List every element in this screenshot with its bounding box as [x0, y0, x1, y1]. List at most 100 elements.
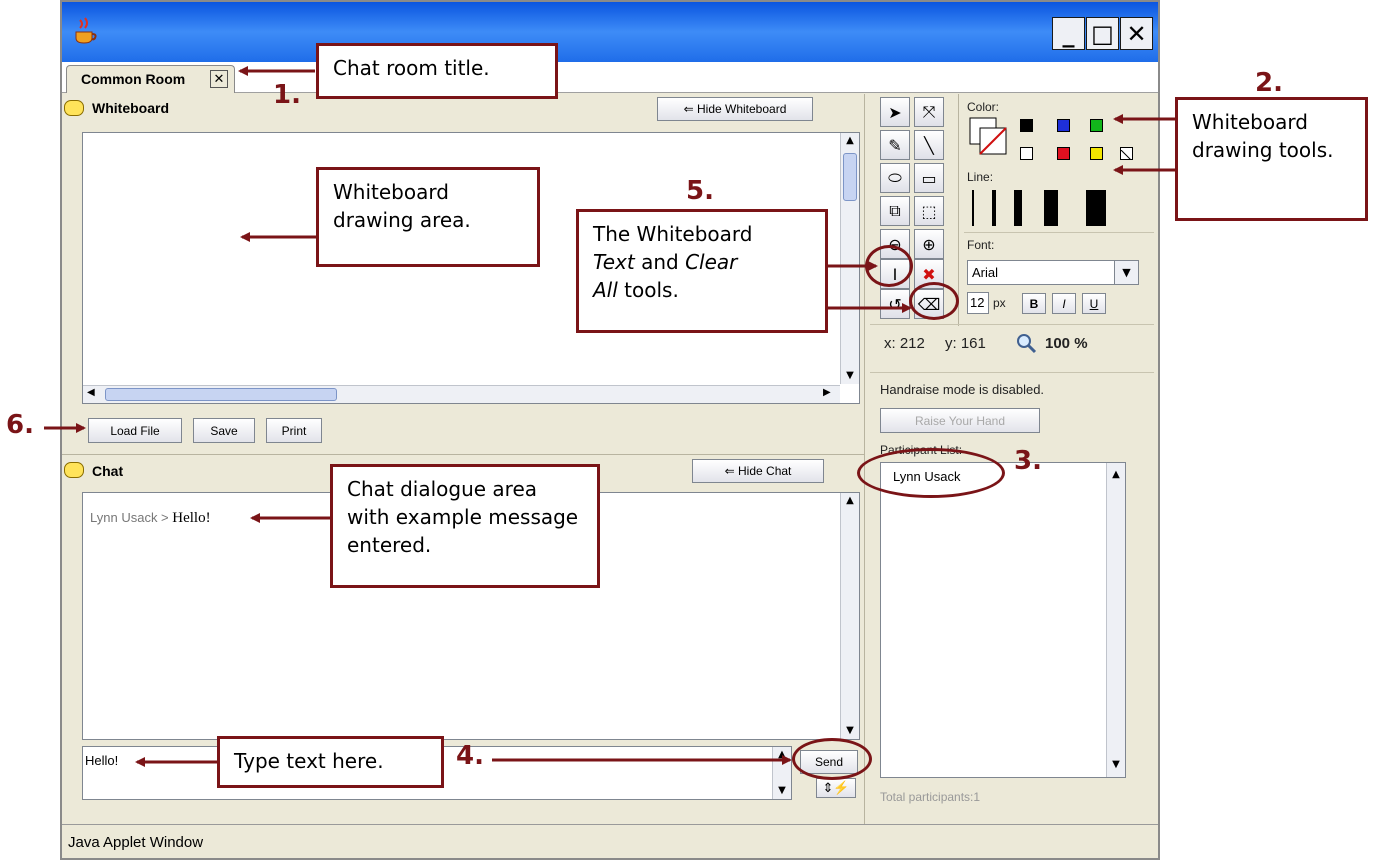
participant-scroll-down-icon[interactable]: ▼	[1107, 757, 1125, 773]
applet-window: _ □ ✕ Common Room ✕ Whiteboard ⇐ Hide Wh…	[60, 0, 1160, 860]
line-width-3[interactable]	[1014, 190, 1022, 226]
annotation-number-6: 6.	[6, 410, 34, 440]
save-button[interactable]: Save	[193, 418, 255, 443]
hide-whiteboard-button[interactable]: ⇐ Hide Whiteboard	[657, 97, 813, 121]
handraise-divider	[870, 372, 1154, 373]
highlight-send-button	[792, 738, 872, 780]
color-swatch-red[interactable]	[1057, 147, 1070, 160]
callout-5-and: and	[634, 250, 686, 274]
line-width-5[interactable]	[1086, 190, 1106, 226]
chat-input-scrollbar[interactable]: ▲ ▼	[772, 747, 791, 799]
chat-input-text: Hello!	[85, 753, 119, 768]
font-size-value: 12	[970, 295, 985, 310]
annotation-number-2: 2.	[1255, 68, 1283, 98]
callout-whiteboard-tools: Whiteboard drawing tools.	[1175, 97, 1368, 221]
total-participants: Total participants:1	[880, 790, 981, 804]
color-swatch-yellow[interactable]	[1090, 147, 1103, 160]
callout-chat-dialogue: Chat dialogue area with example message …	[330, 464, 600, 588]
whiteboard-bubble-icon	[64, 100, 84, 116]
chat-scroll-down-icon[interactable]: ▼	[841, 723, 859, 739]
tab-common-room[interactable]: Common Room ✕	[66, 65, 235, 93]
whiteboard-horizontal-scrollbar[interactable]: ◀ ▶	[83, 385, 840, 403]
image-tool-icon[interactable]: ⧉	[880, 196, 910, 226]
line-label: Line:	[967, 170, 994, 184]
selection-box-icon[interactable]: ⬚	[914, 196, 944, 226]
zoom-level: 100 %	[1045, 335, 1088, 352]
status-bar-text: Java Applet Window	[68, 834, 204, 851]
title-bar[interactable]: _ □ ✕	[62, 2, 1158, 62]
line-width-4[interactable]	[1044, 190, 1058, 226]
highlight-text-tool	[865, 245, 913, 287]
chat-bubble-icon	[64, 462, 84, 478]
bold-button[interactable]: B	[1022, 293, 1046, 314]
color-swatch-blue[interactable]	[1057, 119, 1070, 132]
annotation-number-4: 4.	[456, 741, 484, 771]
font-select-value: Arial	[972, 265, 999, 280]
print-button[interactable]: Print	[266, 418, 322, 443]
chat-message: Lynn Usack > Hello!	[90, 510, 211, 527]
tools-divider	[958, 94, 959, 326]
tab-title: Common Room	[81, 71, 186, 87]
scroll-h-thumb[interactable]	[105, 388, 337, 401]
color-swatch-white[interactable]	[1020, 147, 1033, 160]
java-cup-icon	[72, 16, 98, 46]
zoom-in-icon[interactable]: ⊕	[914, 229, 944, 259]
callout-5-line-2: Text and Clear	[593, 248, 811, 276]
load-file-button[interactable]: Load File	[88, 418, 182, 443]
chat-message-user: Lynn Usack	[90, 510, 158, 525]
highlight-participant-list	[857, 448, 1005, 498]
scroll-down-icon[interactable]: ▼	[841, 368, 859, 384]
whiteboard-vertical-scrollbar[interactable]: ▲ ▼	[840, 133, 859, 384]
tab-close-icon[interactable]: ✕	[210, 70, 228, 88]
participant-scroll-up-icon[interactable]: ▲	[1107, 467, 1125, 483]
italic-button[interactable]: I	[1052, 293, 1076, 314]
pencil-icon[interactable]: ✎	[880, 130, 910, 160]
scroll-left-icon[interactable]: ◀	[87, 387, 95, 398]
scroll-right-icon[interactable]: ▶	[823, 387, 831, 398]
right-panel-divider	[864, 94, 865, 824]
annotation-number-3: 3.	[1014, 446, 1042, 476]
scroll-thumb[interactable]	[843, 153, 857, 201]
raise-hand-button: Raise Your Hand	[880, 408, 1040, 433]
chat-vertical-scrollbar[interactable]: ▲ ▼	[840, 493, 859, 739]
coord-x: x: 212	[884, 335, 925, 352]
font-dropdown-arrow-icon[interactable]: ▼	[1114, 261, 1138, 284]
participant-list[interactable]: Lynn Usack	[880, 462, 1126, 778]
chat-message-text: Hello!	[172, 510, 211, 526]
color-swatch-black[interactable]	[1020, 119, 1033, 132]
color-swatch-none-icon[interactable]	[1120, 147, 1133, 160]
maximize-button[interactable]: □	[1086, 17, 1119, 50]
callout-5-line-3: All tools.	[593, 276, 811, 304]
input-scroll-down-icon[interactable]: ▼	[773, 783, 791, 799]
callout-5-tools: tools.	[617, 278, 679, 302]
chat-title: Chat	[92, 463, 124, 479]
color-swatch-green[interactable]	[1090, 119, 1103, 132]
undo-icon[interactable]: ↺	[880, 289, 910, 319]
close-button[interactable]: ✕	[1120, 17, 1153, 50]
section-divider	[62, 454, 864, 455]
handraise-status: Handraise mode is disabled.	[880, 382, 1045, 397]
scroll-up-icon[interactable]: ▲	[841, 133, 859, 149]
input-scroll-up-icon[interactable]: ▲	[773, 747, 791, 763]
line-width-1[interactable]	[972, 190, 974, 226]
coords-divider	[870, 324, 1154, 325]
current-color-icon[interactable]	[969, 117, 1007, 155]
chat-scroll-up-icon[interactable]: ▲	[841, 493, 859, 509]
emoticon-icon[interactable]: ⇕⚡	[816, 778, 856, 798]
font-divider	[964, 232, 1154, 233]
line-width-2[interactable]	[992, 190, 996, 226]
rectangle-tool-icon[interactable]: ▭	[914, 163, 944, 193]
font-select[interactable]: Arial ▼	[967, 260, 1139, 285]
callout-type-text: Type text here.	[217, 736, 444, 788]
color-label: Color:	[967, 100, 1000, 114]
font-size-field[interactable]: 12	[967, 292, 989, 314]
underline-button[interactable]: U	[1082, 293, 1106, 314]
move-tool-icon[interactable]: ⤧	[914, 97, 944, 127]
hide-chat-button[interactable]: ⇐ Hide Chat	[692, 459, 824, 483]
select-arrow-icon[interactable]: ➤	[880, 97, 910, 127]
line-tool-icon[interactable]: ╲	[914, 130, 944, 160]
minimize-button[interactable]: _	[1052, 17, 1085, 50]
coord-y: y: 161	[945, 335, 986, 352]
participant-scrollbar[interactable]: ▲ ▼	[1106, 463, 1125, 777]
ellipse-tool-icon[interactable]: ⬭	[880, 163, 910, 193]
